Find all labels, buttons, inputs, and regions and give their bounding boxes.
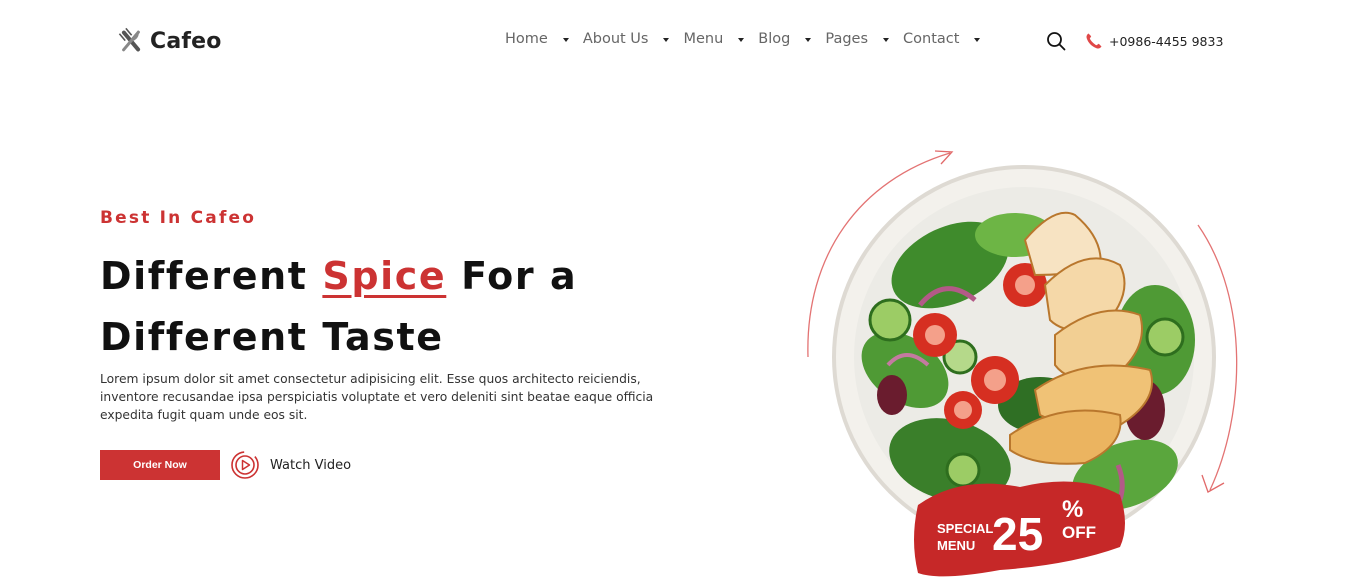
nav-item-menu[interactable]: Menu bbox=[683, 31, 745, 47]
badge-percent: % bbox=[1062, 496, 1083, 523]
nav-item-label: Contact bbox=[903, 31, 960, 47]
brand-logo[interactable]: Cafeo bbox=[118, 26, 222, 56]
caret-down-icon bbox=[738, 37, 745, 42]
nav-item-home[interactable]: Home bbox=[505, 31, 569, 47]
salad-bowl-image: SPECIAL MENU 25 % OFF bbox=[807, 150, 1238, 577]
brand-name: Cafeo bbox=[150, 28, 222, 54]
fork-knife-icon bbox=[118, 27, 141, 52]
nav-item-contact[interactable]: Contact bbox=[903, 31, 981, 47]
hero-headline: Different Spice For a Different Taste bbox=[100, 246, 660, 368]
caret-down-icon bbox=[663, 37, 670, 42]
hero-eyebrow: Best In Cafeo bbox=[100, 208, 257, 228]
watch-video-button[interactable]: Watch Video bbox=[230, 450, 351, 480]
play-circle-icon bbox=[231, 451, 259, 479]
nav-item-label: Home bbox=[505, 31, 548, 47]
phone-number: +0986-4455 9833 bbox=[1109, 33, 1224, 49]
watch-video-label: Watch Video bbox=[270, 457, 352, 473]
nav-item-label: Menu bbox=[683, 31, 724, 47]
headline-part: Different bbox=[100, 254, 323, 298]
caret-down-icon bbox=[883, 37, 890, 42]
caret-down-icon bbox=[974, 37, 981, 42]
nav-item-label: About Us bbox=[582, 31, 649, 47]
phone-icon bbox=[1086, 33, 1102, 49]
caret-down-icon bbox=[805, 37, 812, 42]
badge-discount-value: 25 bbox=[992, 508, 1043, 560]
order-now-button[interactable]: Order Now bbox=[100, 450, 220, 480]
nav-item-about-us[interactable]: About Us bbox=[583, 31, 670, 47]
main-nav: Home About Us Menu Blog Pages Contact bbox=[505, 31, 994, 47]
nav-item-label: Pages bbox=[825, 31, 869, 47]
nav-item-blog[interactable]: Blog bbox=[758, 31, 812, 47]
search-icon[interactable] bbox=[1046, 31, 1066, 51]
phone-contact[interactable]: +0986-4455 9833 bbox=[1084, 31, 1223, 51]
hero-description: Lorem ipsum dolor sit amet consectetur a… bbox=[100, 372, 654, 422]
caret-down-icon bbox=[562, 37, 569, 42]
nav-item-label: Blog bbox=[758, 31, 791, 47]
badge-menu-label: MENU bbox=[937, 538, 975, 553]
badge-off-label: OFF bbox=[1062, 523, 1096, 542]
nav-item-pages[interactable]: Pages bbox=[825, 31, 890, 47]
headline-accent: Spice bbox=[322, 254, 447, 298]
badge-special-label: SPECIAL bbox=[937, 521, 993, 536]
